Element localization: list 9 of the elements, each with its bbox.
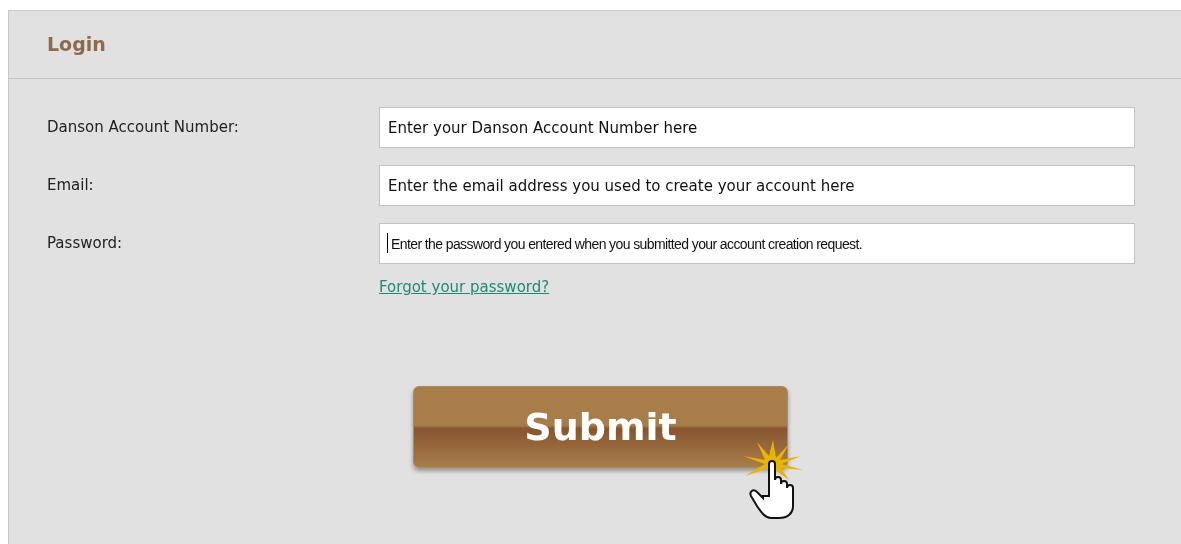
input-field[interactable]: Enter the email address you used to create your account here xyxy=(379,165,1135,206)
field-label: Danson Account Number: xyxy=(47,117,240,139)
submit-button[interactable]: Submit xyxy=(413,386,788,468)
field-label: Password: xyxy=(47,233,124,255)
panel-title: Login xyxy=(47,32,106,58)
field-label: Email: xyxy=(47,175,95,197)
input-field[interactable]: Enter the password you entered when you submitted your account creation request. xyxy=(379,223,1135,264)
input-field[interactable]: Enter your Danson Account Number here xyxy=(379,107,1135,148)
text-cursor-icon xyxy=(387,233,388,253)
